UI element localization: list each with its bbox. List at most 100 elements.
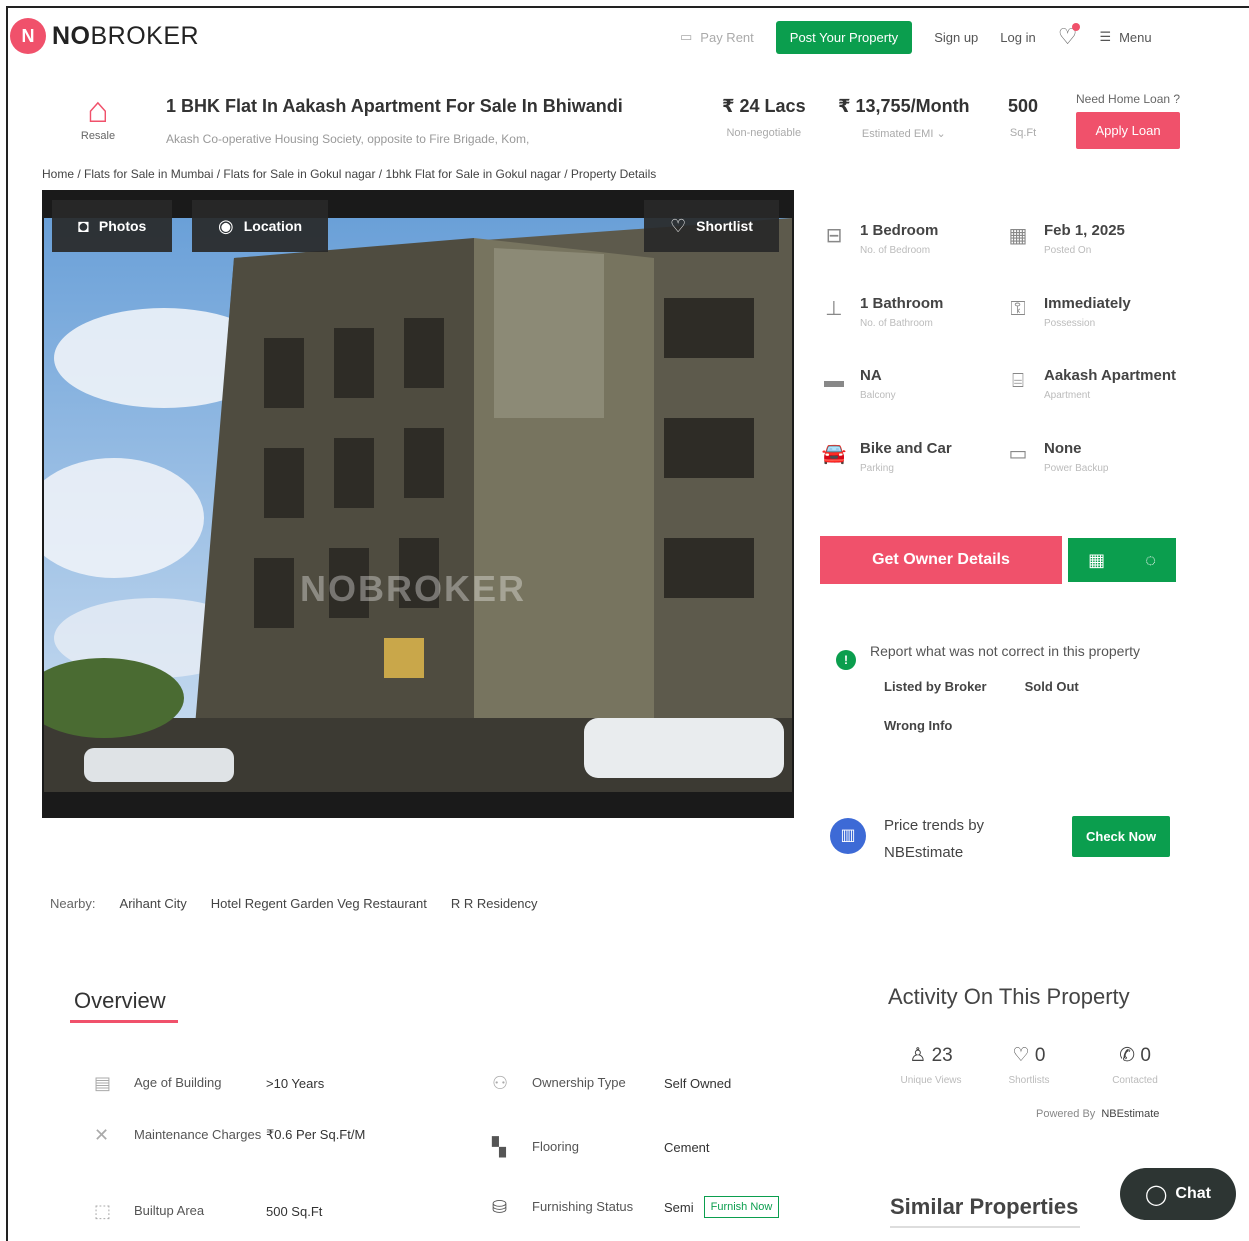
overview-furnishing: ⛁ Furnishing Status Semi Furnish Now (492, 1196, 780, 1218)
activity-contacted: ✆ 0 Contacted (1112, 1045, 1158, 1086)
battery-icon: ▭ (1008, 443, 1028, 465)
pay-rent-link[interactable]: ▭ Pay Rent (680, 29, 754, 45)
log-in-link[interactable]: Log in (1000, 30, 1035, 45)
overview-builtup: ⬚ Builtup Area 500 Sq.Ft (94, 1200, 323, 1221)
report-options: Listed by Broker Sold Out Wrong Info (884, 679, 1144, 733)
apply-loan-button[interactable]: Apply Loan (1076, 112, 1181, 149)
bath-icon: ⊥ (825, 298, 843, 320)
overview-age: ▤ Age of Building >10 Years (94, 1072, 325, 1093)
sign-up-link[interactable]: Sign up (934, 30, 978, 45)
property-photo[interactable]: NOBROKER (42, 190, 794, 818)
logo-icon: N (10, 18, 46, 54)
home-loan-block: Need Home Loan ? Apply Loan (1076, 92, 1181, 149)
nearby-item[interactable]: Hotel Regent Garden Veg Restaurant (211, 896, 427, 911)
overview-maintenance: ✕ Maintenance Charges ₹0.6 Per Sq.Ft/M (94, 1124, 366, 1145)
sofa-icon: ⛁ (492, 1196, 508, 1217)
photo-image (44, 218, 792, 792)
phone-icon: ✆ (1119, 1045, 1141, 1066)
powered-by: Powered By NBEstimate (1036, 1108, 1160, 1120)
property-title: 1 BHK Flat In Aakash Apartment For Sale … (166, 96, 623, 116)
similar-underline (890, 1226, 1080, 1228)
area-unit: Sq.Ft (1009, 127, 1037, 139)
balcony-icon: ▬ (824, 370, 844, 392)
trend-text: Price trends by NBEstimate (884, 817, 985, 861)
nearby-item[interactable]: R R Residency (451, 896, 538, 911)
report-text: Report what was not correct in this prop… (870, 643, 1141, 659)
resale-badge: ⌂ Resale (70, 90, 126, 143)
area-block: 500 Sq.Ft (1008, 96, 1038, 139)
logo-text: NOBROKER (52, 21, 200, 50)
chat-bubble-icon: ◯ (1145, 1183, 1168, 1206)
key-icon: ⚿ (1010, 298, 1026, 320)
chat-bubble-icon[interactable]: ◌ (1145, 550, 1156, 571)
compass-icon: ◉ (218, 215, 234, 236)
report-option-wrong-info[interactable]: Wrong Info (884, 718, 952, 733)
emi-value: ₹ 13,755/Month (838, 96, 970, 116)
emi-block[interactable]: ₹ 13,755/Month Estimated EMI ⌄ (838, 96, 970, 140)
price-block: ₹ 24 Lacs Non-negotiable (722, 96, 806, 139)
shortlist-button[interactable]: ♡ Shortlist (644, 200, 779, 252)
detail-possession: ⚿ Immediately Possession (1004, 295, 1130, 329)
detail-balcony: ▬ NA Balcony (820, 367, 896, 401)
nobroker-watermark: NOBROKER (300, 568, 527, 609)
detail-bathroom: ⊥ 1 Bathroom No. of Bathroom (820, 295, 943, 329)
heart-icon: ♡ (670, 215, 687, 236)
shortlist-heart-icon[interactable]: ♡ (1058, 23, 1081, 50)
activity-shortlists: ♡ 0 Shortlists (1008, 1045, 1050, 1086)
detail-parking: 🚘 Bike and Car Parking (821, 440, 952, 474)
price-value: ₹ 24 Lacs (722, 96, 806, 116)
property-address: Akash Co-operative Housing Society, oppo… (166, 132, 530, 146)
building-photo (44, 218, 792, 792)
notification-dot (1072, 23, 1081, 31)
building-age-icon: ▤ (94, 1072, 112, 1093)
furnish-now-button[interactable]: Furnish Now (703, 1196, 780, 1218)
chart-icon: ▥ (830, 818, 866, 854)
post-property-button[interactable]: Post Your Property (775, 20, 913, 54)
heart-outline-icon: ♡ (1012, 1045, 1035, 1066)
photos-tab[interactable]: ◘ Photos (52, 200, 173, 252)
detail-posted: ▦ Feb 1, 2025 Posted On (1004, 222, 1125, 256)
camera-icon: ◘ (78, 215, 89, 236)
area-icon: ⬚ (94, 1200, 112, 1221)
price-trend-panel: ▥ Price trends by NBEstimate Check Now (830, 812, 1180, 872)
card-icon: ▭ (680, 29, 693, 44)
overview-underline (70, 1020, 178, 1023)
emi-note: Estimated EMI ⌄ (861, 128, 946, 140)
tools-icon: ✕ (94, 1124, 110, 1145)
loan-question: Need Home Loan ? (1076, 92, 1181, 106)
overview-heading[interactable]: Overview (74, 988, 166, 1014)
chat-button[interactable]: ◯ Chat (1120, 1168, 1236, 1220)
calendar-icon: ▦ (1008, 225, 1028, 247)
location-tab[interactable]: ◉ Location (192, 200, 329, 252)
bed-icon: ⊟ (825, 225, 843, 247)
area-value: 500 (1008, 96, 1039, 116)
person-icon: ♙ (909, 1045, 932, 1066)
overview-ownership: ⚇ Ownership Type Self Owned (492, 1072, 732, 1093)
menu-button[interactable]: ☰ Menu (1099, 29, 1151, 45)
breadcrumb[interactable]: Home / Flats for Sale in Mumbai / Flats … (42, 167, 656, 181)
calendar-icon[interactable]: ▦ (1088, 550, 1105, 571)
check-now-button[interactable]: Check Now (1072, 816, 1171, 857)
activity-heading: Activity On This Property (888, 984, 1130, 1009)
tiles-icon: ▚ (492, 1136, 506, 1157)
get-owner-details-button[interactable]: Get Owner Details (820, 536, 1062, 584)
hamburger-icon: ☰ (1099, 29, 1112, 44)
building-icon: ⌸ (1012, 370, 1024, 392)
nobroker-logo[interactable]: N NOBROKER (10, 18, 199, 54)
car-icon: 🚘 (821, 443, 847, 465)
nearby-item[interactable]: Arihant City (120, 896, 187, 911)
detail-apartment: ⌸ Aakash Apartment Apartment (1004, 367, 1176, 401)
ownership-icon: ⚇ (492, 1072, 509, 1093)
detail-bedroom: ⊟ 1 Bedroom No. of Bedroom (820, 222, 939, 256)
price-note: Non-negotiable (726, 127, 802, 139)
report-option-broker[interactable]: Listed by Broker (884, 679, 987, 694)
info-icon: ! (836, 650, 856, 670)
report-panel: ! Report what was not correct in this pr… (836, 638, 1156, 733)
similar-properties-heading: Similar Properties (890, 1194, 1079, 1219)
nearby-list: Nearby: Arihant City Hotel Regent Garden… (50, 896, 538, 911)
report-option-sold-out[interactable]: Sold Out (1025, 679, 1079, 694)
schedule-chat-buttons: ▦ ◌ (1068, 538, 1176, 582)
detail-power-backup: ▭ None Power Backup (1004, 440, 1109, 474)
activity-views: ♙ 23 Unique Views (900, 1045, 962, 1086)
overview-flooring: ▚ Flooring Cement (492, 1136, 710, 1157)
